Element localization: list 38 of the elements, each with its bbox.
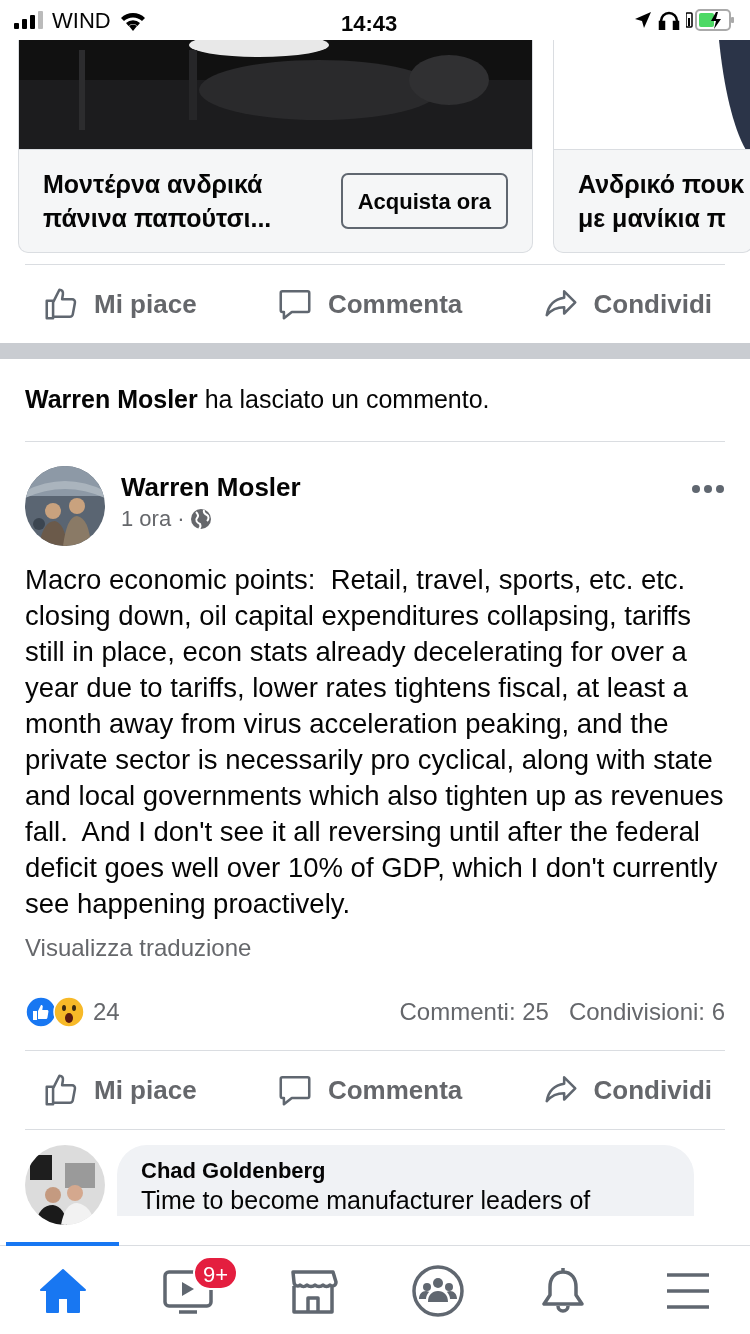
ad-card[interactable]: Μοντέρνα ανδρικά πάνινα παπούτσι... Acquista ora xyxy=(18,40,533,253)
ad-card[interactable]: Ανδρικό πουκ με μανίκια π xyxy=(553,40,750,253)
commenter-name[interactable]: Chad Goldenberg xyxy=(141,1157,670,1185)
headphones-icon xyxy=(658,10,680,30)
separator-dot: · xyxy=(177,505,185,533)
home-icon xyxy=(38,1267,87,1314)
ad-title: Ανδρικό πουκ με μανίκια π xyxy=(578,169,745,234)
more-options-icon[interactable] xyxy=(691,484,725,494)
activity-text: Warren Mosler ha lasciato un commento. xyxy=(24,384,491,415)
battery-icon xyxy=(686,9,736,31)
reaction-count[interactable]: 24 xyxy=(93,994,120,1030)
globe-icon xyxy=(190,508,213,530)
like-reaction-icon xyxy=(25,996,57,1028)
author-name[interactable]: Warren Mosler xyxy=(121,466,691,504)
groups-icon xyxy=(410,1263,465,1318)
bell-icon xyxy=(540,1265,585,1316)
action-button[interactable]: Mi piace xyxy=(42,1070,197,1110)
comment-text: Time to become manufacturer leaders of xyxy=(141,1185,592,1215)
share-count[interactable]: Condivisioni: 6 xyxy=(568,994,725,1030)
action-button[interactable]: Commenta xyxy=(275,1070,463,1110)
notification-badge: 9+ xyxy=(193,1256,239,1290)
action-button[interactable]: Mi piace xyxy=(42,284,197,324)
post-text: Macro economic points: Retail, travel, sports, etc. etc. closing down, oil capital expenditures collapsing, tariffs still in place, econ stats already decelerating for over a year due to tariffs, lower rates tightens fiscal, at least a month away from virus acceleration peaking, and the private sector is necessarily pro cyclical, along with state and local governments which also tighten up as revenues fall. And I don't see it all reversing until after the federal deficit goes well over 10% of GDP, which I don't currently see happening proactively. xyxy=(24,563,725,921)
location-arrow-icon xyxy=(634,11,652,29)
carrier-name: WIND xyxy=(52,6,111,35)
shop-now-button[interactable]: Acquista ora xyxy=(340,173,508,229)
tab-button[interactable]: 9+ xyxy=(125,1246,250,1334)
post-time: 1 ora xyxy=(121,505,172,533)
comment-count[interactable]: Commenti: 25 xyxy=(399,994,549,1030)
see-translation-link[interactable]: Visualizza traduzione xyxy=(25,934,252,961)
menu-icon xyxy=(664,1271,711,1310)
clock-time: 14:43 xyxy=(341,10,398,38)
signal-icon xyxy=(14,11,44,29)
action-button[interactable]: Commenta xyxy=(275,284,463,324)
action-button[interactable]: Condividi xyxy=(541,1070,712,1110)
ad-title: Μοντέρνα ανδρικά πάνινα παπούτσι... xyxy=(43,169,272,234)
wow-reaction-icon xyxy=(53,996,85,1028)
action-button[interactable]: Condividi xyxy=(541,284,712,324)
